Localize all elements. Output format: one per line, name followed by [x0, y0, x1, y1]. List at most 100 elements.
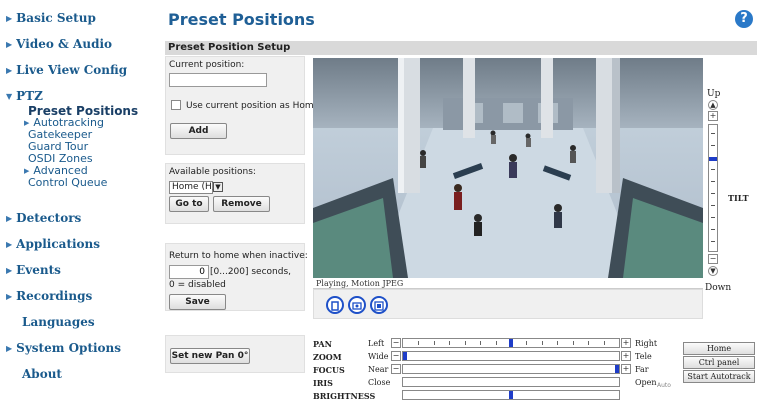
- focus-slider-thumb[interactable]: [615, 365, 619, 373]
- caret-right-icon: ▶: [6, 213, 13, 223]
- pan-slider[interactable]: [402, 338, 620, 348]
- fullscreen-icon: [374, 301, 384, 311]
- return-home-panel: Return to home when inactive: [0...200] …: [165, 243, 308, 311]
- available-positions-panel: Available positions: Home (H) ▼ Go to Re…: [165, 163, 305, 224]
- return-home-note: 0 = disabled: [169, 280, 226, 290]
- pan-decrease-button[interactable]: −: [391, 338, 401, 348]
- nav-live-view-config[interactable]: ▶ Live View Config: [6, 63, 127, 77]
- zoom-label: ZOOM: [313, 352, 342, 362]
- fullscreen-button[interactable]: [370, 296, 388, 314]
- available-positions-select[interactable]: Home (H): [169, 181, 215, 194]
- pan-tick: [557, 341, 558, 345]
- return-home-label: Return to home when inactive:: [169, 251, 308, 261]
- add-button[interactable]: Add: [170, 123, 227, 139]
- set-pan-panel: Set new Pan 0°: [165, 335, 305, 373]
- caret-right-icon: ▶: [6, 265, 13, 275]
- available-positions-label: Available positions:: [169, 167, 256, 177]
- use-as-home-checkbox[interactable]: [171, 100, 181, 110]
- iris-label: IRIS: [313, 378, 333, 388]
- live-video-view[interactable]: [313, 58, 703, 278]
- zoom-slider-thumb[interactable]: [403, 352, 407, 360]
- iris-low-label: Close: [368, 378, 391, 387]
- caret-right-icon: ▶: [24, 119, 30, 127]
- tilt-tick: [711, 217, 715, 218]
- nav-ptz-control-queue[interactable]: Control Queue: [28, 176, 107, 189]
- focus-low-label: Near: [368, 365, 389, 374]
- tilt-minus-icon[interactable]: −: [708, 254, 718, 264]
- use-as-home-label: Use current position as Home: [186, 101, 320, 111]
- pan-tick: [604, 341, 605, 345]
- stop-button[interactable]: [326, 296, 344, 314]
- brightness-slider[interactable]: [402, 390, 620, 400]
- current-position-input[interactable]: [169, 73, 267, 87]
- return-home-range: [0...200] seconds,: [210, 267, 292, 277]
- zoom-decrease-button[interactable]: −: [391, 351, 401, 361]
- tilt-tick: [711, 241, 715, 242]
- pan-tick: [449, 341, 450, 345]
- remove-button[interactable]: Remove: [213, 196, 270, 212]
- stop-icon: [331, 301, 339, 311]
- ctrl-panel-button[interactable]: Ctrl panel: [683, 356, 755, 369]
- start-autotrack-button[interactable]: Start Autotrack: [683, 370, 755, 383]
- return-home-seconds-input[interactable]: [169, 265, 209, 279]
- nav-languages[interactable]: Languages: [22, 315, 95, 329]
- section-header: Preset Position Setup: [165, 41, 757, 55]
- pan-high-label: Right: [635, 339, 658, 348]
- camera-icon: [352, 302, 362, 310]
- caret-right-icon: ▶: [6, 291, 13, 301]
- tilt-up-arrow-icon[interactable]: ▲: [708, 100, 718, 110]
- pan-tick: [418, 341, 419, 345]
- tilt-plus-icon[interactable]: +: [708, 111, 718, 121]
- goto-button[interactable]: Go to: [169, 196, 209, 212]
- caret-right-icon: ▶: [6, 239, 13, 249]
- focus-decrease-button[interactable]: −: [391, 364, 401, 374]
- iris-slider[interactable]: [402, 377, 620, 387]
- pan-increase-button[interactable]: +: [621, 338, 631, 348]
- caret-down-icon: ▼: [6, 91, 13, 101]
- nav-applications[interactable]: ▶ Applications: [6, 237, 100, 251]
- dropdown-arrow-icon[interactable]: ▼: [213, 182, 223, 192]
- page-title: Preset Positions: [168, 10, 315, 29]
- nav-video-audio[interactable]: ▶ Video & Audio: [6, 37, 112, 51]
- zoom-increase-button[interactable]: +: [621, 351, 631, 361]
- iris-auto-label: Auto: [657, 382, 671, 389]
- focus-increase-button[interactable]: +: [621, 364, 631, 374]
- caret-right-icon: ▶: [24, 167, 30, 175]
- zoom-slider[interactable]: [402, 351, 620, 361]
- pan-tick: [573, 341, 574, 345]
- video-status-text: Playing, Motion JPEG: [313, 278, 703, 289]
- focus-label: FOCUS: [313, 365, 345, 375]
- tilt-down-arrow-icon[interactable]: ▼: [708, 266, 718, 276]
- pan-slider-thumb[interactable]: [509, 339, 513, 347]
- home-button[interactable]: Home: [683, 342, 755, 355]
- tilt-tick: [711, 205, 715, 206]
- set-new-pan-button[interactable]: Set new Pan 0°: [170, 348, 250, 364]
- pan-tick: [542, 341, 543, 345]
- pan-tick: [465, 341, 466, 345]
- current-position-label: Current position:: [169, 60, 245, 70]
- nav-basic-setup[interactable]: ▶ Basic Setup: [6, 11, 96, 25]
- caret-right-icon: ▶: [6, 65, 13, 75]
- brightness-slider-thumb[interactable]: [509, 391, 513, 399]
- tilt-tick: [711, 229, 715, 230]
- save-button[interactable]: Save: [169, 294, 226, 310]
- help-icon[interactable]: ?: [735, 10, 753, 28]
- pan-label: PAN: [313, 339, 332, 349]
- nav-system-options[interactable]: ▶ System Options: [6, 341, 121, 355]
- tilt-slider-thumb[interactable]: [709, 157, 717, 161]
- tilt-up-label: Up: [707, 89, 721, 99]
- pan-tick: [496, 341, 497, 345]
- caret-right-icon: ▶: [6, 39, 13, 49]
- nav-recordings[interactable]: ▶ Recordings: [6, 289, 92, 303]
- tilt-label: TILT: [728, 193, 749, 203]
- nav-ptz[interactable]: ▼ PTZ: [6, 89, 43, 103]
- main-navigation: ▶ Basic Setup ▶ Video & Audio ▶ Live View C…: [0, 0, 160, 412]
- snapshot-button[interactable]: [348, 296, 366, 314]
- nav-events[interactable]: ▶ Events: [6, 263, 61, 277]
- pan-tick: [588, 341, 589, 345]
- nav-about[interactable]: About: [22, 367, 62, 381]
- focus-slider[interactable]: [402, 364, 620, 374]
- zoom-low-label: Wide: [368, 352, 389, 361]
- tilt-slider[interactable]: [708, 124, 718, 252]
- nav-detectors[interactable]: ▶ Detectors: [6, 211, 81, 225]
